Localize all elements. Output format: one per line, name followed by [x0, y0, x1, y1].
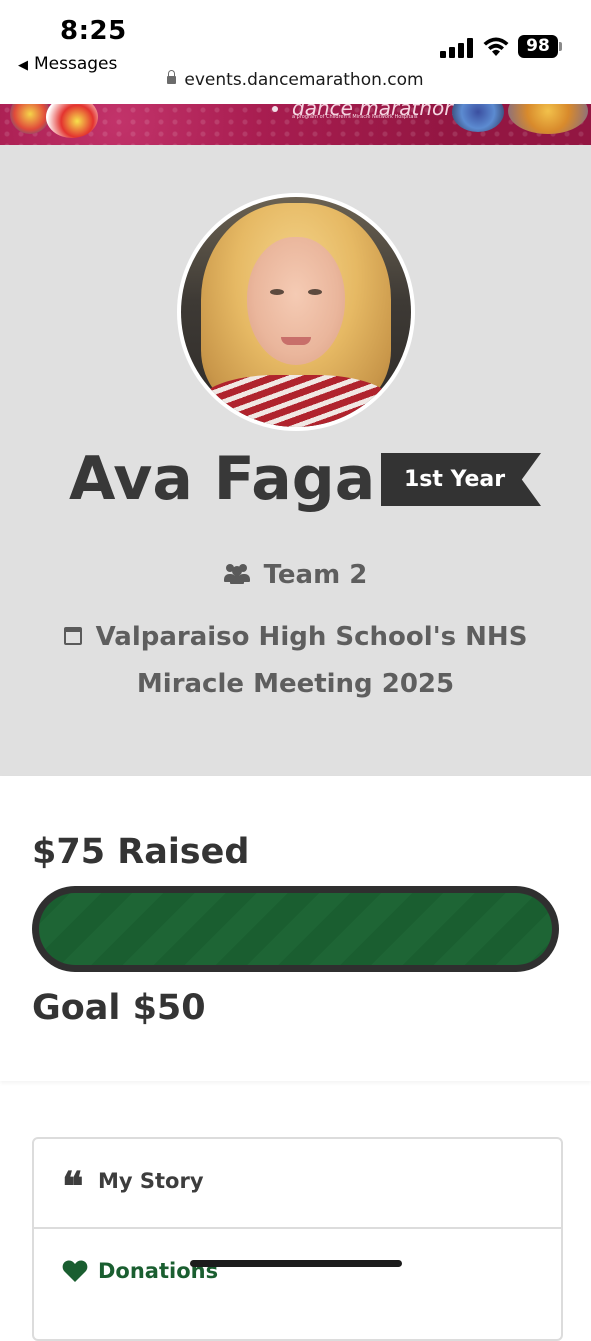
battery-icon: 98 — [518, 35, 558, 58]
event-name: Valparaiso High School's NHS Miracle Mee… — [95, 622, 528, 699]
team-icon — [223, 564, 250, 584]
tab-my-story-label: My Story — [98, 1169, 204, 1193]
year-badge: 1st Year — [381, 453, 541, 506]
tab-my-story[interactable]: ❝ My Story — [34, 1139, 561, 1229]
tab-donations[interactable]: Donations — [34, 1229, 561, 1317]
url-text: events.dancemarathon.com — [184, 70, 424, 90]
calendar-icon — [63, 627, 82, 645]
banner-bullet — [272, 106, 278, 112]
clock: 8:25 — [60, 16, 127, 46]
event-link[interactable]: Valparaiso High School's NHS Miracle Mee… — [40, 614, 551, 708]
avatar — [177, 193, 415, 431]
team-link[interactable]: Team 2 — [0, 560, 591, 590]
signal-icon — [440, 38, 474, 58]
progress-fill — [39, 893, 552, 965]
home-indicator[interactable] — [190, 1260, 402, 1267]
participant-name: Ava Faga — [69, 444, 376, 514]
raised-amount: $75 Raised — [32, 832, 250, 872]
progress-bar — [32, 886, 559, 972]
quote-icon: ❝ — [62, 1163, 84, 1210]
event-banner: dance marathon a program of Children's M… — [0, 104, 591, 145]
status-bar: 8:25 ◀ Messages 98 events.dancemarathon.c… — [0, 0, 591, 104]
team-name: Team 2 — [263, 560, 368, 590]
goal-amount: Goal $50 — [32, 988, 206, 1028]
wifi-icon — [483, 37, 509, 56]
address-bar[interactable]: events.dancemarathon.com — [0, 70, 591, 90]
avatar-photo — [181, 197, 411, 427]
profile-tabs: ❝ My Story Donations — [32, 1137, 563, 1341]
heart-icon — [62, 1260, 88, 1282]
banner-logo-sub: a program of Children's Miracle Network … — [292, 114, 418, 120]
battery-tip — [559, 42, 562, 51]
lock-icon — [167, 70, 177, 84]
